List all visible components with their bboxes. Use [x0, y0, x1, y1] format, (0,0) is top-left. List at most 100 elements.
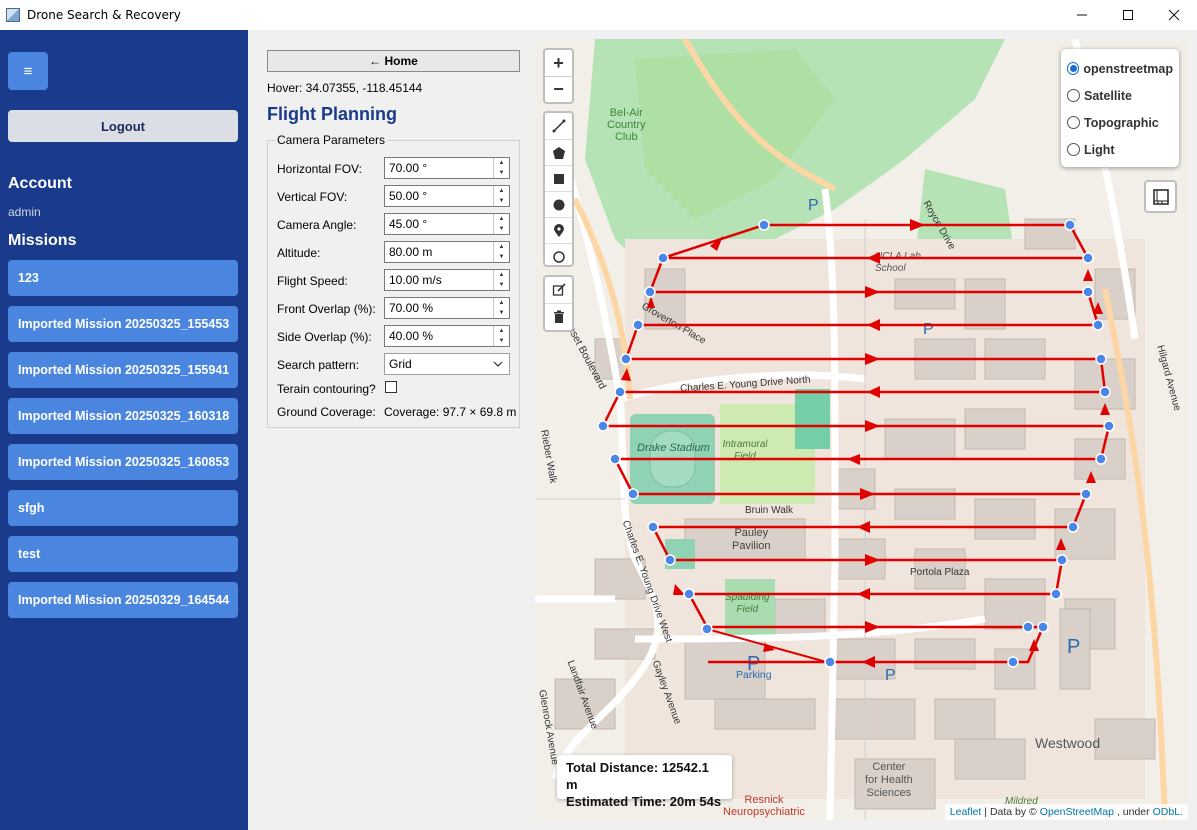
camera-angle-label: Camera Angle:: [277, 218, 357, 232]
delete-icon[interactable]: [545, 303, 572, 329]
coverage-value: Coverage: 97.7 × 69.8 m: [384, 405, 517, 419]
mission-item[interactable]: Imported Mission 20250325_155941: [8, 352, 238, 388]
minimize-icon: [1077, 14, 1087, 16]
spin-down-icon[interactable]: ▼: [494, 252, 509, 262]
horizontal-fov-spinbox[interactable]: 70.00 ° ▲ ▼: [384, 157, 510, 179]
radio-icon[interactable]: [1067, 89, 1080, 102]
mission-item[interactable]: Imported Mission 20250325_155453: [8, 306, 238, 342]
zoom-in-button[interactable]: +: [545, 50, 572, 76]
horizontal-fov-value: 70.00 °: [389, 161, 428, 175]
vertical-fov-label: Vertical FOV:: [277, 190, 348, 204]
horizontal-fov-label: Horizontal FOV:: [277, 162, 362, 176]
vertical-fov-spinbox[interactable]: 50.00 ° ▲ ▼: [384, 185, 510, 207]
layer-label: Satellite: [1084, 88, 1132, 103]
layer-option-openstreetmap[interactable]: openstreetmap: [1067, 55, 1173, 82]
menu-button[interactable]: ≡: [8, 52, 48, 90]
missions-heading: Missions: [8, 232, 77, 249]
layer-option-light[interactable]: Light: [1067, 136, 1173, 163]
estimated-time: Estimated Time: 20m 54s: [566, 794, 722, 809]
layer-label: Light: [1084, 142, 1115, 157]
mission-item[interactable]: Imported Mission 20250325_160853: [8, 444, 238, 480]
vertical-fov-value: 50.00 °: [389, 189, 428, 203]
front-overlap-value: 70.00 %: [389, 301, 434, 315]
layer-label: Topographic: [1084, 115, 1159, 130]
spin-down-icon[interactable]: ▼: [494, 168, 509, 178]
camera-angle-spinbox[interactable]: 45.00 ° ▲ ▼: [384, 213, 510, 235]
attribution-text: , under: [1116, 806, 1150, 818]
draw-toolbar: [543, 111, 574, 267]
mission-item[interactable]: sfgh: [8, 490, 238, 526]
layer-label: openstreetmap: [1083, 61, 1173, 76]
side-overlap-spinbox[interactable]: 40.00 % ▲ ▼: [384, 325, 510, 347]
close-icon: [1168, 9, 1180, 21]
radio-selected-icon[interactable]: [1067, 62, 1080, 75]
layer-option-topographic[interactable]: Topographic: [1067, 109, 1173, 136]
logout-button[interactable]: Logout: [8, 110, 238, 142]
mission-item[interactable]: Imported Mission 20250329_164544: [8, 582, 238, 618]
account-name: admin: [8, 205, 41, 219]
front-overlap-spinbox[interactable]: 70.00 % ▲ ▼: [384, 297, 510, 319]
polygon-icon[interactable]: [545, 139, 572, 165]
spin-down-icon[interactable]: ▼: [494, 280, 509, 290]
marker-icon[interactable]: [545, 217, 572, 243]
spin-up-icon[interactable]: ▲: [494, 242, 509, 252]
rectangle-icon[interactable]: [545, 165, 572, 191]
flight-speed-label: Flight Speed:: [277, 274, 348, 288]
osm-link[interactable]: OpenStreetMap: [1040, 806, 1114, 818]
camera-angle-value: 45.00 °: [389, 217, 428, 231]
edit-toolbar: [543, 275, 574, 332]
measure-button[interactable]: [1144, 180, 1177, 213]
spin-up-icon[interactable]: ▲: [494, 270, 509, 280]
mission-item[interactable]: test: [8, 536, 238, 572]
camera-parameters-title: Camera Parameters: [275, 133, 388, 147]
page-title: Flight Planning: [267, 104, 397, 124]
circle-icon[interactable]: [545, 191, 572, 217]
map-attribution: Leaflet | Data by © OpenStreetMap , unde…: [944, 804, 1188, 820]
ruler-icon: [1152, 188, 1169, 205]
flight-speed-spinbox[interactable]: 10.00 m/s ▲ ▼: [384, 269, 510, 291]
map-view[interactable]: Bel-Air Country Club West Sunset Bouleva…: [535, 39, 1188, 820]
zoom-out-button[interactable]: −: [545, 76, 572, 102]
layer-option-satellite[interactable]: Satellite: [1067, 82, 1173, 109]
mission-item[interactable]: Imported Mission 20250325_160318: [8, 398, 238, 434]
radio-icon[interactable]: [1067, 143, 1080, 156]
hover-coordinates: Hover: 34.07355, -118.45144: [267, 81, 423, 95]
leaflet-link[interactable]: Leaflet: [950, 806, 982, 818]
mission-item[interactable]: 123: [8, 260, 238, 296]
spin-up-icon[interactable]: ▲: [494, 326, 509, 336]
polyline-icon[interactable]: [545, 113, 572, 139]
home-button[interactable]: ← Home: [267, 50, 520, 72]
odbl-link[interactable]: ODbL.: [1153, 806, 1183, 818]
edit-icon[interactable]: [545, 277, 572, 303]
terrain-checkbox[interactable]: [385, 381, 397, 393]
spin-down-icon[interactable]: ▼: [494, 308, 509, 318]
circlemarker-icon[interactable]: [545, 243, 572, 269]
chevron-down-icon: [493, 357, 503, 374]
maximize-button[interactable]: [1105, 0, 1151, 30]
minimize-button[interactable]: [1059, 0, 1105, 30]
front-overlap-label: Front Overlap (%):: [277, 302, 376, 316]
total-distance: Total Distance: 12542.1 m: [566, 760, 709, 792]
radio-icon[interactable]: [1067, 116, 1080, 129]
spin-down-icon[interactable]: ▼: [494, 336, 509, 346]
layer-switcher: openstreetmap Satellite Topographic Ligh…: [1061, 49, 1179, 167]
flight-speed-value: 10.00 m/s: [389, 273, 442, 287]
app-icon: [6, 8, 20, 22]
route-summary: Total Distance: 12542.1 m Estimated Time…: [557, 755, 732, 809]
side-overlap-value: 40.00 %: [389, 329, 434, 343]
spin-up-icon[interactable]: ▲: [494, 298, 509, 308]
spin-down-icon[interactable]: ▼: [494, 196, 509, 206]
search-pattern-select[interactable]: Grid: [384, 353, 510, 375]
close-button[interactable]: [1151, 0, 1197, 30]
spin-up-icon[interactable]: ▲: [494, 186, 509, 196]
search-pattern-label: Search pattern:: [277, 358, 360, 372]
search-pattern-value: Grid: [389, 357, 412, 371]
maximize-icon: [1123, 10, 1133, 20]
spin-up-icon[interactable]: ▲: [494, 158, 509, 168]
sidebar: ≡ Logout Account admin Missions 123 Impo…: [0, 30, 248, 830]
terrain-label: Terain contouring?: [277, 382, 376, 396]
spin-up-icon[interactable]: ▲: [494, 214, 509, 224]
flight-direction-arrows: [621, 219, 1110, 668]
spin-down-icon[interactable]: ▼: [494, 224, 509, 234]
altitude-spinbox[interactable]: 80.00 m ▲ ▼: [384, 241, 510, 263]
